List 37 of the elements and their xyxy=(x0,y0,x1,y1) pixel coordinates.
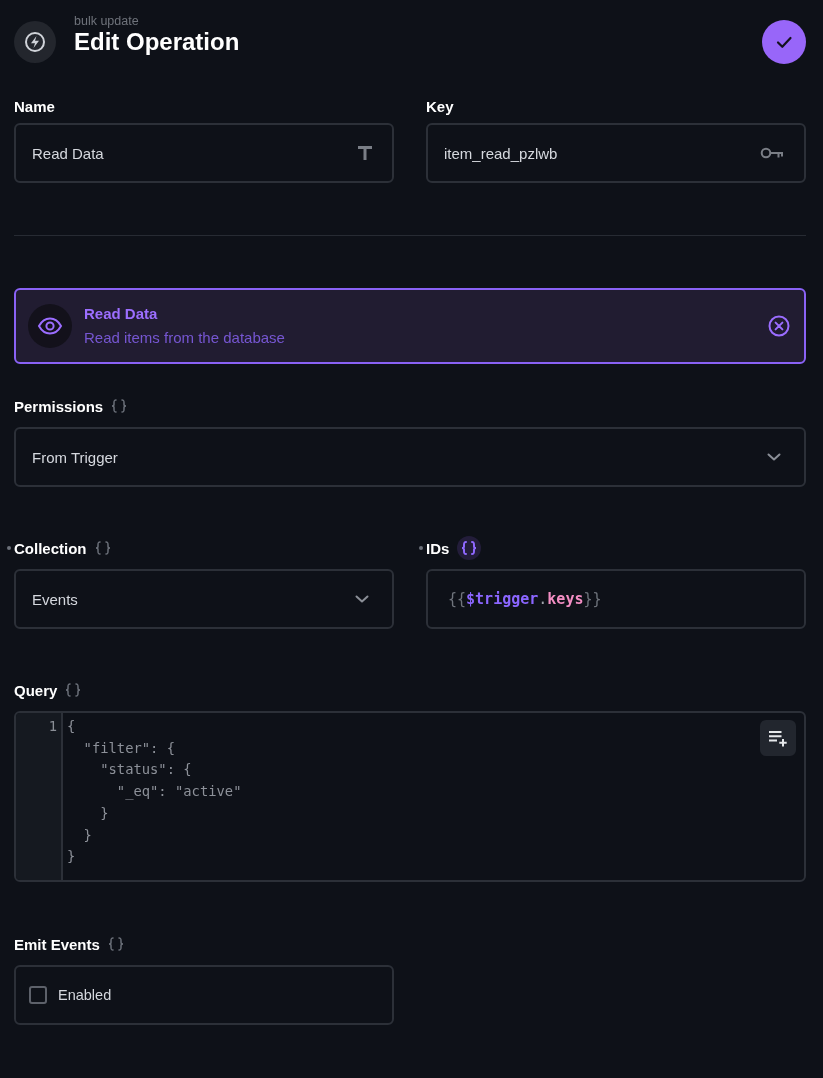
code-text: { "filter": { "status": { "_eq": "active" } } } xyxy=(66,717,242,867)
operation-description: Read items from the database xyxy=(84,328,285,348)
bolt-icon xyxy=(14,21,56,63)
text-icon xyxy=(358,146,372,160)
key-input[interactable]: item_read_pzlwb xyxy=(426,123,806,183)
braces-icon[interactable] xyxy=(111,399,128,413)
braces-icon[interactable] xyxy=(107,937,124,951)
field-label: IDs xyxy=(426,539,450,557)
chevron-down-icon xyxy=(767,453,781,461)
braces-icon[interactable] xyxy=(94,541,111,555)
field-label: Query xyxy=(14,681,58,699)
code-editor[interactable]: 1 { "filter": { "status": { "_eq": "active" } } } xyxy=(14,711,806,882)
select-field[interactable]: From Trigger xyxy=(14,427,806,487)
code-input[interactable]: {{$trigger.keys}} xyxy=(426,569,806,629)
operation-card[interactable]: Read Data Read items from the database xyxy=(14,288,806,364)
eye-icon xyxy=(28,304,72,348)
save-button[interactable] xyxy=(762,20,806,64)
page-title: Edit Operation xyxy=(74,28,240,56)
list-plus-icon xyxy=(768,729,788,747)
operation-title: Read Data xyxy=(84,304,158,324)
field-label: Name xyxy=(14,97,55,115)
select-field[interactable]: Events xyxy=(14,569,394,629)
line-number: 1 xyxy=(48,717,57,736)
braces-icon[interactable] xyxy=(457,536,482,560)
close-icon[interactable] xyxy=(768,315,790,337)
field-label: Permissions xyxy=(14,397,104,415)
checkbox-option[interactable]: Enabled xyxy=(14,965,394,1025)
field-label: Collection xyxy=(14,539,87,557)
chevron-down-icon xyxy=(355,595,369,603)
field-label: Emit Events xyxy=(14,935,100,953)
add-button[interactable] xyxy=(760,720,796,756)
key-icon xyxy=(760,147,784,159)
braces-icon[interactable] xyxy=(65,683,82,697)
field-label: Key xyxy=(426,97,454,115)
header-subtitle: bulk update xyxy=(74,14,139,28)
name-input[interactable]: Read Data xyxy=(14,123,394,183)
checkbox[interactable] xyxy=(29,986,47,1004)
